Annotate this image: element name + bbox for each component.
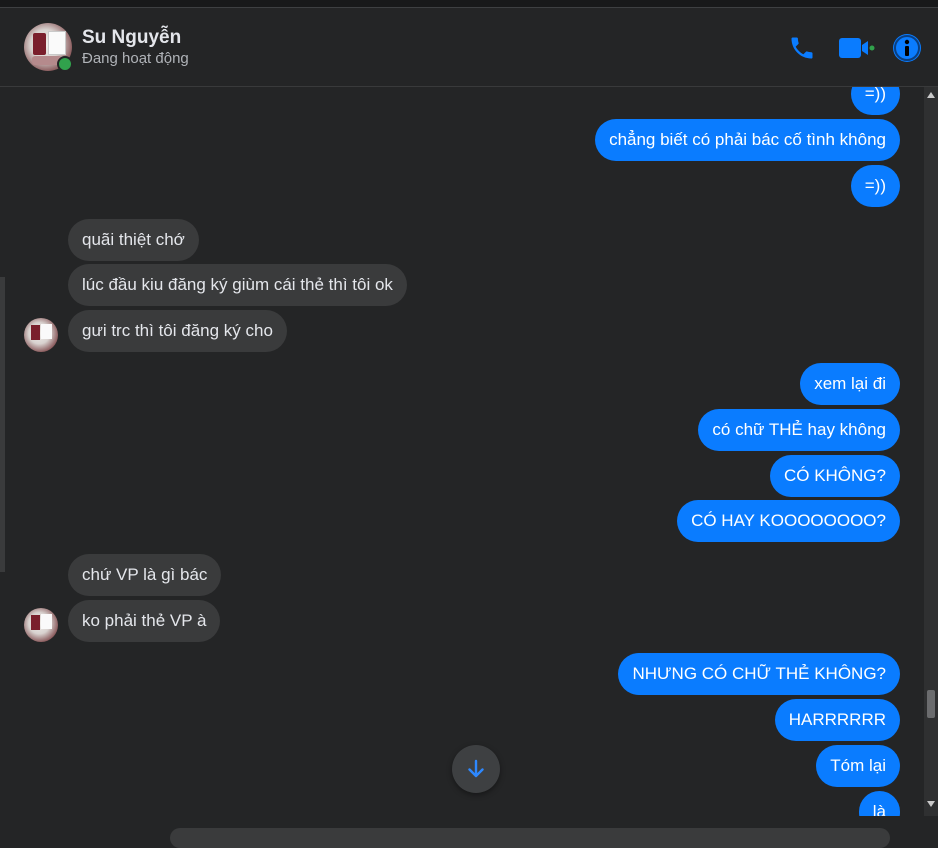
message-text: chẳng biết có phải bác cố tình không [595, 119, 900, 161]
message-text: CÓ KHÔNG? [769, 455, 900, 497]
message-text: =)) [850, 87, 900, 115]
message-incoming[interactable]: chứ VP là gì bác [68, 554, 222, 596]
message-incoming[interactable]: lúc đầu kiu đăng ký giùm cái thẻ thì tôi… [68, 264, 407, 306]
arrow-down-icon [468, 759, 484, 778]
message-incoming[interactable]: gưi trc thì tôi đăng ký cho [68, 310, 287, 352]
scroll-up-arrow-icon[interactable] [927, 92, 935, 98]
message-outgoing[interactable]: là [858, 791, 900, 816]
message-outgoing[interactable]: CÓ HAY KOOOOOOOO? [677, 500, 900, 542]
message-text: HARRRRRR [774, 699, 900, 741]
message-outgoing[interactable]: =)) [850, 165, 900, 207]
message-outgoing[interactable]: có chữ THẺ hay không [698, 409, 900, 451]
left-panel-edge [0, 277, 5, 572]
message-text: Tóm lại [816, 745, 900, 787]
message-outgoing[interactable]: HARRRRRR [774, 699, 900, 741]
message-text: NHƯNG CÓ CHỮ THẺ KHÔNG? [618, 653, 900, 695]
online-status-dot [57, 56, 73, 72]
scroll-down-arrow-icon[interactable] [927, 801, 935, 807]
info-icon[interactable] [891, 32, 923, 64]
message-text: gưi trc thì tôi đăng ký cho [68, 310, 287, 352]
contact-avatar-small[interactable] [24, 608, 58, 642]
video-camera-icon[interactable] [836, 32, 876, 64]
phone-icon[interactable] [786, 32, 818, 64]
message-text: có chữ THẺ hay không [698, 409, 900, 451]
conversation-header: Su Nguyễn Đang hoạt động [0, 8, 938, 87]
scroll-to-bottom-button[interactable] [452, 745, 500, 793]
message-outgoing[interactable]: CÓ KHÔNG? [769, 455, 900, 497]
message-text: chứ VP là gì bác [68, 554, 222, 596]
message-input[interactable] [170, 828, 890, 848]
window-top-border [0, 0, 938, 8]
message-text: =)) [850, 165, 900, 207]
contact-avatar[interactable] [24, 23, 73, 72]
message-incoming[interactable]: ko phải thẻ VP à [68, 600, 221, 642]
message-incoming[interactable]: quãi thiệt chớ [68, 219, 199, 261]
message-outgoing[interactable]: =)) [850, 87, 900, 115]
message-text: ko phải thẻ VP à [68, 600, 221, 642]
message-outgoing[interactable]: chẳng biết có phải bác cố tình không [595, 119, 900, 161]
message-text: xem lại đi [800, 363, 900, 405]
contact-avatar-small[interactable] [24, 318, 58, 352]
message-list[interactable]: =)) chẳng biết có phải bác cố tình không… [0, 87, 924, 816]
message-text: quãi thiệt chớ [68, 219, 199, 261]
message-text: lúc đầu kiu đăng ký giùm cái thẻ thì tôi… [68, 264, 407, 306]
message-outgoing[interactable]: NHƯNG CÓ CHỮ THẺ KHÔNG? [618, 653, 900, 695]
contact-name[interactable]: Su Nguyễn [82, 27, 181, 49]
contact-status: Đang hoạt động [82, 50, 189, 67]
message-outgoing[interactable]: xem lại đi [800, 363, 900, 405]
message-outgoing[interactable]: Tóm lại [816, 745, 900, 787]
scrollbar-thumb[interactable] [927, 690, 935, 718]
message-text: CÓ HAY KOOOOOOOO? [677, 500, 900, 542]
message-text: là [858, 791, 900, 816]
